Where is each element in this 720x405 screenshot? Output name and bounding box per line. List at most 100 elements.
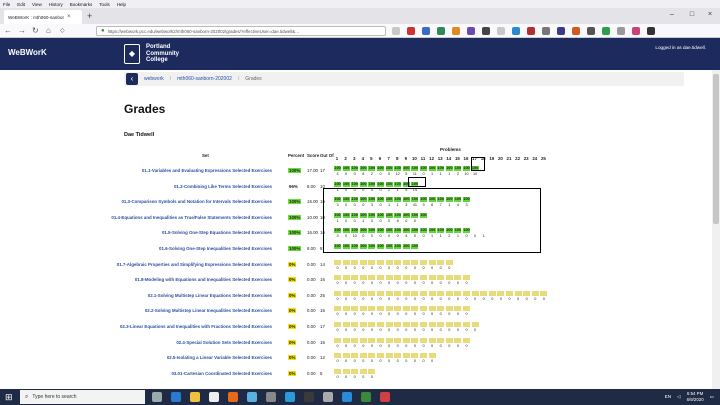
extension-icon[interactable] (497, 27, 505, 35)
app-icon[interactable] (247, 392, 257, 402)
chrome-icon[interactable] (209, 392, 219, 402)
home-icon[interactable]: ⌂ (46, 25, 51, 37)
webwork-logo[interactable]: WeBWorK (8, 48, 47, 57)
menu-icon[interactable] (647, 27, 655, 35)
problem-status-cell: 100 (377, 181, 384, 187)
highlight-box (323, 188, 541, 253)
set-link[interactable]: 01.1-Variables and Evaluating Expression… (142, 168, 272, 173)
close-tab-icon[interactable]: × (67, 14, 71, 20)
attempts-cell: 0 (422, 359, 425, 364)
volume-icon[interactable]: ◁ (677, 394, 681, 400)
extension-icon[interactable] (557, 27, 565, 35)
extension-icon[interactable] (392, 27, 400, 35)
extension-icon[interactable] (467, 27, 475, 35)
scrollbar-thumb[interactable] (713, 74, 719, 224)
extension-icon[interactable] (587, 27, 595, 35)
attempts-cell: 0 (448, 281, 451, 286)
shield-icon[interactable]: ◇ (60, 25, 65, 37)
notifications-icon[interactable]: ▭ (710, 394, 714, 400)
breadcrumb-course-link[interactable]: mth060-sanborn-202002 (177, 76, 232, 82)
extension-icon[interactable] (452, 27, 460, 35)
extension-icon[interactable] (512, 27, 520, 35)
set-link[interactable]: 01.4-Equations and Inequalities as True/… (111, 215, 272, 220)
attempts-cell: 0 (345, 343, 348, 348)
file-explorer-icon[interactable] (190, 392, 200, 402)
set-link[interactable]: 02.1-Solving Multistep Linear Equations … (148, 293, 272, 298)
problem-status-cell (342, 306, 350, 312)
extension-icon[interactable] (602, 27, 610, 35)
edge-icon[interactable] (171, 392, 181, 402)
taskbar-search-box[interactable]: ⌕ Type here to search (20, 390, 145, 404)
back-arrow-icon[interactable]: ← (4, 25, 12, 37)
menu-item-help[interactable]: Help (117, 2, 126, 7)
extension-icon[interactable] (422, 27, 430, 35)
firefox-icon[interactable] (228, 392, 238, 402)
menu-item-bookmarks[interactable]: Bookmarks (70, 2, 93, 7)
extension-icon[interactable] (617, 27, 625, 35)
problem-status-cell (377, 259, 384, 265)
attempts-cell: 0 (422, 265, 425, 270)
attempts-cell: 0 (413, 312, 416, 317)
app-icon[interactable] (304, 392, 314, 402)
reload-icon[interactable]: ↻ (32, 25, 39, 37)
extension-icon[interactable] (527, 27, 535, 35)
app-icon[interactable] (285, 392, 295, 402)
app-icon[interactable] (266, 392, 276, 402)
set-link[interactable]: 01.2-Combining Like Terms Selected Exerc… (174, 184, 272, 189)
close-window-icon[interactable]: × (702, 8, 718, 22)
set-link[interactable]: 01.7-Algebraic Properties and Simplifyin… (117, 262, 272, 267)
maximize-icon[interactable]: □ (684, 8, 700, 22)
attempts-cell: 0 (388, 265, 391, 270)
problem-status-cell (394, 290, 402, 296)
app-icon[interactable] (361, 392, 371, 402)
problem-status-cell (471, 322, 479, 327)
attempts-cell: 0 (474, 296, 477, 301)
new-tab-button[interactable]: + (87, 11, 92, 21)
calculator-icon[interactable] (323, 392, 333, 402)
set-link[interactable]: 01.3-Comparison Symbols and Notation for… (121, 199, 272, 204)
extension-icon[interactable] (482, 27, 490, 35)
address-bar[interactable]: ● https://webwork.pcc.edu/webwork2/mth06… (96, 26, 386, 36)
attempts-cell: 0 (336, 281, 339, 286)
problem-status-cell (359, 306, 367, 312)
set-link[interactable]: 03.01-Cartesian Coordinated Selected Exe… (171, 371, 272, 376)
menu-item-history[interactable]: History (49, 2, 63, 7)
clock[interactable]: 6:54 PM 6/9/2020 (687, 391, 704, 402)
extension-icon[interactable] (542, 27, 550, 35)
set-link[interactable]: 02.2-Solving Multistep Linear Inequaliti… (145, 308, 272, 313)
problem-status-cell (428, 322, 436, 327)
search-icon: ⌕ (25, 393, 29, 400)
task-view-icon[interactable] (152, 392, 162, 402)
menu-item-view[interactable]: View (32, 2, 42, 7)
breadcrumb-home-link[interactable]: webwork (144, 76, 164, 82)
browser-tab[interactable]: WeBWorK : mth060-sanborn-2… × (4, 10, 82, 24)
problem-status-cell (411, 353, 419, 359)
extension-icon[interactable] (407, 27, 415, 35)
problem-status-cell (334, 306, 341, 312)
problem-status-cell (497, 290, 505, 296)
language-indicator[interactable]: EN (665, 394, 671, 399)
set-link[interactable]: 01.5-Solving One-Step Equations Selected… (162, 230, 272, 235)
menu-item-edit[interactable]: Edit (17, 2, 25, 7)
app-icon[interactable] (380, 392, 390, 402)
mail-icon[interactable] (342, 392, 352, 402)
extension-icon[interactable] (632, 27, 640, 35)
minimize-icon[interactable]: – (664, 8, 680, 22)
problem-status-cell (394, 337, 402, 343)
vertical-scrollbar[interactable] (712, 70, 720, 389)
extension-icon[interactable] (437, 27, 445, 35)
back-chevron-icon[interactable]: ‹ (126, 73, 138, 85)
set-link[interactable]: 02.5-Isolating a Linear Variable Selecte… (167, 355, 272, 360)
set-link[interactable]: 02.4-Special Solution Sets Selected Exer… (176, 340, 272, 345)
set-link[interactable]: 01.8-Modeling with Equations and Inequal… (135, 277, 272, 282)
attempts-cell: 10 (464, 172, 469, 176)
attempts-cell: 0 (370, 281, 373, 286)
set-link[interactable]: 01.6-Solving One-Step Inequalities Selec… (159, 246, 272, 251)
extension-icon[interactable] (572, 27, 580, 35)
set-link[interactable]: 02.3-Linear Equations and Inequalities w… (120, 324, 272, 329)
menu-item-file[interactable]: File (3, 2, 10, 7)
forward-arrow-icon[interactable]: → (18, 25, 26, 37)
menu-item-tools[interactable]: Tools (99, 2, 110, 7)
windows-start-icon[interactable]: ⊞ (5, 392, 15, 402)
navigation-bar: ← → ↻ ⌂ ◇ ● https://webwork.pcc.edu/webw… (0, 24, 720, 38)
